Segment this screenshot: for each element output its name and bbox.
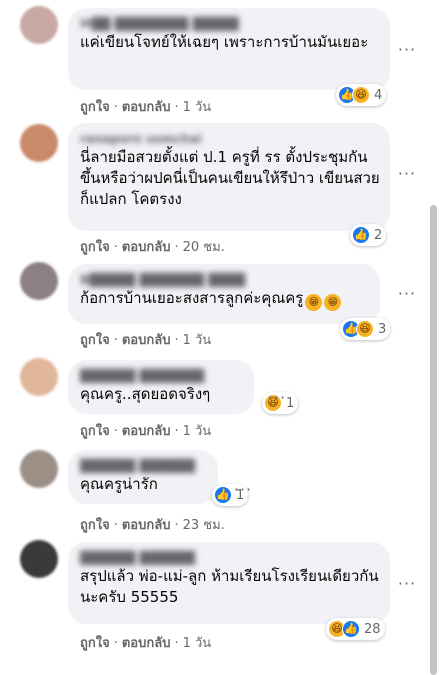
comment-timestamp[interactable]: 1 วัน [183, 333, 212, 348]
comment-bubble: ranaporn somchai นี่ลายมือสวยตั้งแต่ ป.1… [68, 123, 390, 231]
reaction-count: 3 [378, 321, 387, 337]
like-button[interactable]: ถูกใจ [80, 636, 110, 651]
separator: · [113, 424, 118, 439]
grinning-emoji-icon: 😁 [305, 294, 323, 311]
comment-text: นี่ลายมือสวยตั้งแต่ ป.1 ครูที่ รร ตั้งปร… [80, 148, 380, 208]
separator: · [174, 424, 179, 439]
reaction-count: 28 [364, 621, 381, 637]
reply-button[interactable]: ตอบกลับ [122, 636, 171, 651]
reaction-count: 2 [374, 227, 383, 243]
comment-bubble: M██ ████████ █████ แค่เขียนโจทย์ให้เฉยๆ … [68, 8, 390, 90]
separator: · [113, 636, 118, 651]
reaction-summary[interactable]: 👍 😆 3 [340, 318, 391, 340]
comment-text: แค่เขียนโจทย์ให้เฉยๆ เพราะการบ้านมันเยอะ [80, 33, 369, 51]
comment-item: ██████ ███████ คุณครู..สุดยอดจริงๆ 😆 1 ·… [0, 352, 439, 442]
comment-actions: ถูกใจ · ตอบกลับ · 20 ชม. [80, 236, 225, 257]
comment-timestamp[interactable]: 1 วัน [183, 424, 212, 439]
like-icon: 👍 [342, 620, 360, 638]
comment-author[interactable]: ██████ ██████ [80, 550, 378, 566]
comment-author[interactable]: ██████ ██████ [80, 458, 206, 474]
comment-item: ranaporn somchai นี่ลายมือสวยตั้งแต่ ป.1… [0, 118, 439, 258]
avatar[interactable] [20, 124, 58, 162]
comment-timestamp[interactable]: 20 ชม. [183, 240, 225, 255]
scrollbar[interactable] [430, 205, 437, 675]
comment-actions: ถูกใจ · ตอบกลับ · 1 วัน [80, 420, 211, 441]
haha-icon: 😆 [356, 320, 374, 338]
reaction-summary[interactable]: 😆 👍 28 [326, 618, 385, 640]
comment-bubble: ██████ ██████ สรุปแล้ว พ่อ-แม่-ลูก ห้ามเ… [68, 542, 390, 624]
comment-bubble: B█████ ███████ ████ ก้อการบ้านเยอะสงสารล… [68, 264, 380, 324]
avatar[interactable] [20, 540, 58, 578]
comment-item: B█████ ███████ ████ ก้อการบ้านเยอะสงสารล… [0, 258, 439, 352]
comment-text: ก้อการบ้านเยอะสงสารลูกค่ะคุณครู 😁 😁 [80, 288, 368, 311]
comment-author[interactable]: B█████ ███████ ████ [80, 272, 368, 288]
separator: · [174, 100, 179, 115]
more-options-icon[interactable]: ··· [395, 284, 419, 304]
like-button[interactable]: ถูกใจ [80, 424, 110, 439]
avatar[interactable] [20, 358, 58, 396]
separator: · [174, 333, 179, 348]
comment-bubble: ██████ ███████ คุณครู..สุดยอดจริงๆ [68, 360, 254, 414]
comment-item: ██████ ██████ สรุปแล้ว พ่อ-แม่-ลูก ห้ามเ… [0, 530, 439, 661]
more-options-icon[interactable]: ··· [395, 40, 419, 60]
comment-item: ██████ ██████ คุณครูน่ารัก 👍 1 ··· ถูกใจ… [0, 442, 439, 533]
separator: · [174, 240, 179, 255]
separator: · [113, 100, 118, 115]
comment-timestamp[interactable]: 1 วัน [183, 636, 212, 651]
more-options-icon[interactable]: ··· [395, 164, 419, 184]
comment-author[interactable]: ranaporn somchai [80, 131, 378, 147]
separator: · [174, 636, 179, 651]
comment-bubble: ██████ ██████ คุณครูน่ารัก [68, 450, 218, 504]
reaction-count: 4 [374, 87, 383, 103]
avatar[interactable] [20, 6, 58, 44]
more-options-icon[interactable]: ··· [265, 388, 289, 408]
separator: · [113, 240, 118, 255]
comment-timestamp[interactable]: 1 วัน [183, 100, 212, 115]
reply-button[interactable]: ตอบกลับ [122, 333, 171, 348]
separator: · [113, 333, 118, 348]
like-button[interactable]: ถูกใจ [80, 240, 110, 255]
reply-button[interactable]: ตอบกลับ [122, 100, 171, 115]
like-icon: 👍 [214, 486, 232, 504]
comment-actions: ถูกใจ · ตอบกลับ · 1 วัน [80, 632, 211, 653]
like-button[interactable]: ถูกใจ [80, 100, 110, 115]
comment-author[interactable]: M██ ████████ █████ [80, 16, 378, 32]
like-icon: 👍 [352, 226, 370, 244]
comment-text: คุณครู..สุดยอดจริงๆ [80, 385, 211, 403]
more-options-icon[interactable]: ··· [231, 480, 255, 500]
comment-actions: ถูกใจ · ตอบกลับ · 1 วัน [80, 329, 211, 350]
haha-icon: 😆 [352, 86, 370, 104]
reaction-summary[interactable]: 👍 2 [350, 224, 387, 246]
avatar[interactable] [20, 450, 58, 488]
comment-actions: ถูกใจ · ตอบกลับ · 1 วัน [80, 96, 211, 117]
comment-text: สรุปแล้ว พ่อ-แม่-ลูก ห้ามเรียนโรงเรียนเด… [80, 567, 379, 606]
reaction-summary[interactable]: 👍 😆 4 [336, 84, 387, 106]
avatar[interactable] [20, 262, 58, 300]
comment-text: คุณครูน่ารัก [80, 475, 158, 493]
reply-button[interactable]: ตอบกลับ [122, 424, 171, 439]
comment-text-content: ก้อการบ้านเยอะสงสารลูกค่ะคุณครู [80, 289, 304, 307]
grinning-emoji-icon: 😁 [324, 294, 342, 311]
comment-item: M██ ████████ █████ แค่เขียนโจทย์ให้เฉยๆ … [0, 0, 439, 118]
more-options-icon[interactable]: ··· [395, 574, 419, 594]
comment-author[interactable]: ██████ ███████ [80, 368, 242, 384]
like-button[interactable]: ถูกใจ [80, 333, 110, 348]
reply-button[interactable]: ตอบกลับ [122, 240, 171, 255]
